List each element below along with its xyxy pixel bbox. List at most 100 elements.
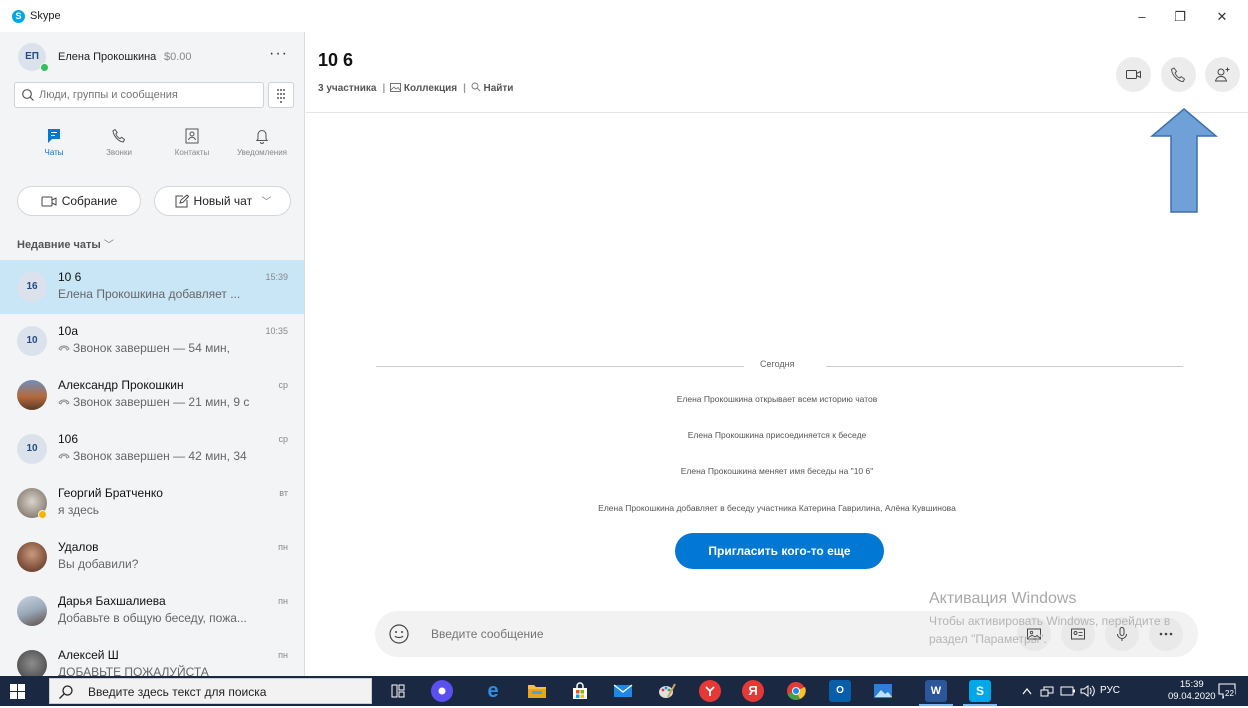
audio-call-button[interactable] xyxy=(1161,57,1196,92)
chat-preview: Звонок завершен — 42 мин, 34 xyxy=(58,449,293,463)
battery-icon[interactable] xyxy=(1060,685,1076,697)
emoji-icon[interactable] xyxy=(388,623,410,645)
minimize-button[interactable]: – xyxy=(1124,6,1160,28)
dialpad-button[interactable] xyxy=(268,82,294,108)
meeting-button[interactable]: Собрание xyxy=(17,186,141,216)
chat-preview: ДОБАВЬТЕ ПОЖАЛУЙСТА xyxy=(58,665,209,676)
taskbar: Введите здесь текст для поиска e Я O W S… xyxy=(0,676,1248,706)
profile-name[interactable]: Елена Прокошкина xyxy=(58,51,156,63)
chat-item-10a[interactable]: 10 10а 10:35 Звонок завершен — 54 мин, xyxy=(0,314,304,368)
chat-name: Александр Прокошкин xyxy=(58,378,184,392)
call-ended-icon xyxy=(58,399,70,405)
clock-date: 09.04.2020 xyxy=(1168,691,1216,702)
avatar xyxy=(17,650,47,676)
yandex-browser-icon[interactable] xyxy=(699,680,721,702)
recent-chats-header[interactable]: Недавние чаты ﹀ xyxy=(17,236,114,251)
paint-icon[interactable] xyxy=(656,680,678,702)
tab-calls-label: Звонки xyxy=(106,148,132,157)
photos-icon[interactable] xyxy=(872,680,894,702)
recent-chats-label: Недавние чаты xyxy=(17,239,101,251)
tray-chevron-up-icon[interactable] xyxy=(1022,687,1032,695)
edge-browser-icon[interactable]: e xyxy=(482,680,504,702)
volume-icon[interactable] xyxy=(1080,685,1096,697)
activation-line-2: раздел "Параметры". xyxy=(929,632,1047,646)
tab-contacts-label: Контакты xyxy=(174,148,210,157)
maximize-button[interactable]: ❐ xyxy=(1162,6,1198,28)
participants-link[interactable]: 3 участника xyxy=(318,83,376,94)
activation-line-1: Чтобы активировать Windows, перейдите в xyxy=(929,614,1171,628)
tab-chats-label: Чаты xyxy=(44,148,64,157)
chat-item-aleksandr[interactable]: Александр Прокошкин ср Звонок завершен —… xyxy=(0,368,304,422)
tab-chats[interactable]: Чаты xyxy=(20,128,88,170)
video-camera-icon xyxy=(1126,70,1141,79)
more-options-button[interactable]: ··· xyxy=(269,45,288,63)
task-view-icon[interactable] xyxy=(387,680,409,702)
avatar xyxy=(17,542,47,572)
chat-item-aleksey[interactable]: Алексей Ш пн ДОБАВЬТЕ ПОЖАЛУЙСТА xyxy=(0,638,304,676)
chat-avatar: 10 xyxy=(17,434,47,464)
search-box[interactable] xyxy=(14,82,264,108)
new-chat-button[interactable]: Новый чат ﹀ xyxy=(154,186,291,216)
chrome-icon[interactable] xyxy=(785,680,807,702)
title-bar: S Skype – ❐ ✕ xyxy=(0,0,1248,32)
search-input[interactable] xyxy=(39,83,259,107)
tab-contacts[interactable]: Контакты xyxy=(158,128,226,170)
online-status-icon xyxy=(40,63,49,72)
yandex-icon[interactable]: Я xyxy=(742,680,764,702)
language-indicator[interactable]: РУС xyxy=(1100,685,1120,696)
phone-icon xyxy=(1170,67,1186,83)
close-button[interactable]: ✕ xyxy=(1204,6,1240,28)
skype-logo-icon: S xyxy=(12,10,25,23)
profile-bar[interactable]: ЕП Елена Прокошкина $0.00 ··· xyxy=(14,42,296,72)
chat-preview: Звонок завершен — 21 мин, 9 с xyxy=(58,395,293,409)
phone-icon xyxy=(112,128,126,143)
skype-taskbar-icon[interactable]: S xyxy=(963,680,997,706)
store-icon[interactable] xyxy=(569,680,591,702)
clock-time: 15:39 xyxy=(1179,679,1204,690)
chat-preview-text: Звонок завершен — 42 мин, 34 xyxy=(73,449,247,463)
day-divider-right xyxy=(826,366,1183,367)
avatar xyxy=(17,596,47,626)
tab-calls[interactable]: Звонки xyxy=(85,128,153,170)
chat-time: 10:35 xyxy=(265,326,288,336)
chat-preview: Елена Прокошкина добавляет ... xyxy=(58,287,241,301)
taskbar-search[interactable]: Введите здесь текст для поиска xyxy=(49,678,372,704)
notification-center-icon[interactable]: 22 xyxy=(1218,683,1236,700)
bell-icon xyxy=(255,130,269,144)
chat-item-darya[interactable]: Дарья Бахшалиева пн Добавьте в общую бес… xyxy=(0,584,304,638)
video-call-button[interactable] xyxy=(1116,57,1151,92)
activation-watermark-title: Активация Windows xyxy=(929,590,1077,607)
system-message: Елена Прокошкина присоединяется к беседе xyxy=(687,430,867,440)
tab-notifications[interactable]: Уведомления xyxy=(228,128,296,170)
gallery-icon xyxy=(390,83,402,92)
taskbar-clock[interactable]: 15:39 09.04.2020 xyxy=(1168,679,1216,703)
add-participant-button[interactable] xyxy=(1205,57,1240,92)
chat-icon xyxy=(48,129,60,143)
chat-preview: Звонок завершен — 54 мин, xyxy=(58,341,293,355)
outlook-icon[interactable]: O xyxy=(829,680,851,702)
invite-button[interactable]: Пригласить кого-то еще xyxy=(675,533,884,569)
message-input[interactable] xyxy=(431,623,891,645)
chat-name: 106 xyxy=(58,432,79,446)
chat-preview: Добавьте в общую беседу, пожа... xyxy=(58,611,247,625)
chat-time: пн xyxy=(278,596,288,606)
compose-icon xyxy=(175,194,189,208)
network-icon[interactable] xyxy=(1040,685,1054,697)
mail-icon[interactable] xyxy=(612,680,634,702)
chat-item-10-6[interactable]: 16 10 6 15:39 Елена Прокошкина добавляет… xyxy=(0,260,304,314)
collection-link[interactable]: Коллекция xyxy=(404,83,457,94)
system-message: Елена Прокошкина открывает всем историю … xyxy=(676,394,878,404)
alice-assistant-icon[interactable] xyxy=(431,680,453,702)
windows-start-icon[interactable] xyxy=(10,684,25,699)
chat-item-udalov[interactable]: Удалов пн Вы добавили? xyxy=(0,530,304,584)
skype-credit[interactable]: $0.00 xyxy=(164,51,192,63)
chat-preview: Вы добавили? xyxy=(58,557,139,571)
chat-time: ср xyxy=(278,434,288,444)
find-link[interactable]: Найти xyxy=(483,83,513,94)
chat-time: пн xyxy=(278,542,288,552)
word-icon[interactable]: W xyxy=(919,680,953,706)
file-explorer-icon[interactable] xyxy=(526,680,548,702)
day-separator-label: Сегодня xyxy=(760,359,795,369)
chat-item-georgiy[interactable]: Георгий Братченко вт я здесь xyxy=(0,476,304,530)
chat-item-106[interactable]: 10 106 ср Звонок завершен — 42 мин, 34 xyxy=(0,422,304,476)
